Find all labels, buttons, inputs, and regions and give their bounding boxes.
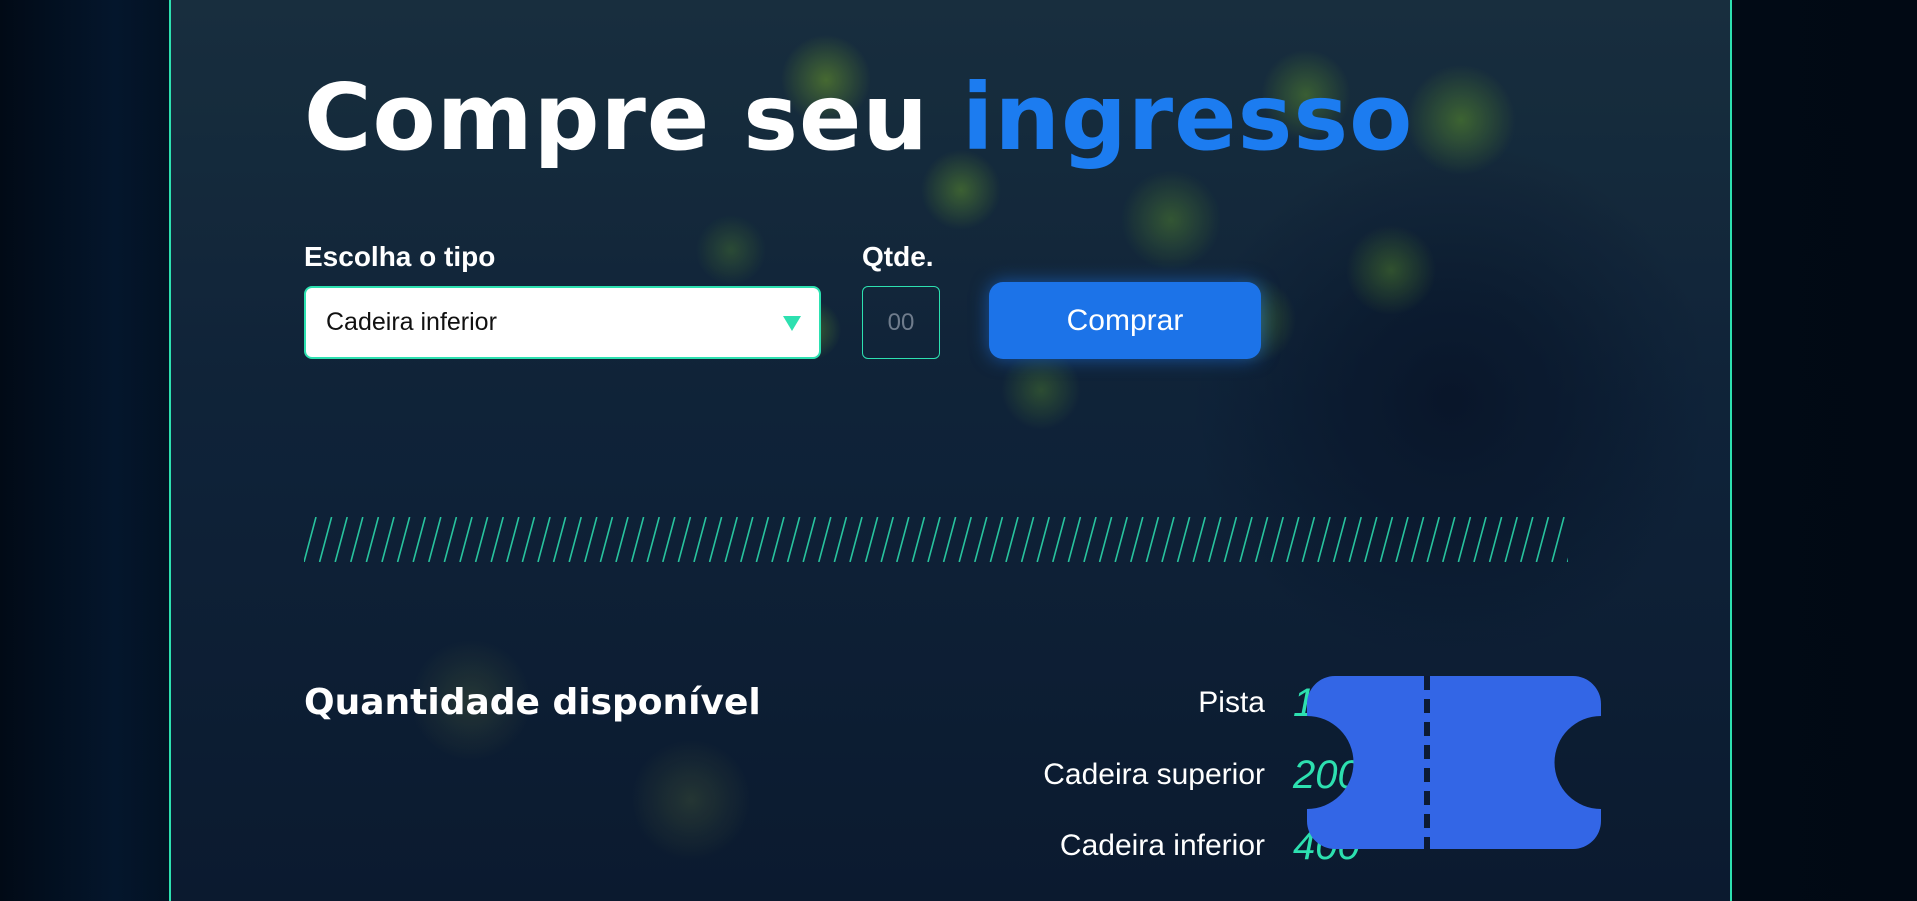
stripe-line	[1379, 517, 1394, 562]
stripe-line	[1395, 517, 1409, 562]
stripe-line	[755, 517, 770, 562]
availability-row-label: Pista	[1198, 686, 1265, 719]
stripe-line	[896, 517, 910, 562]
stripe-line	[1364, 517, 1378, 562]
ticket-icon	[1307, 676, 1601, 849]
stripe-line	[584, 517, 598, 562]
stripe-line	[1301, 517, 1316, 562]
page-frame: Compre seu ingresso Escolha o tipo Cadei…	[169, 0, 1732, 901]
stripe-line	[412, 517, 426, 562]
stripe-line	[1130, 517, 1144, 562]
stripe-line	[1020, 517, 1035, 562]
stripe-line	[490, 517, 504, 562]
stripe-line	[1473, 517, 1487, 562]
stripe-line	[459, 517, 473, 562]
decorative-stripes	[304, 517, 1568, 562]
stripe-line	[911, 517, 926, 562]
stripe-line	[443, 517, 458, 562]
stripe-line	[1098, 517, 1113, 562]
stripe-line	[521, 517, 536, 562]
stripe-line	[958, 517, 972, 562]
stripe-line	[1223, 517, 1238, 562]
availability-row-label: Cadeira superior	[1043, 758, 1265, 791]
stripe-line	[1348, 517, 1362, 562]
stripe-line	[1005, 517, 1019, 562]
stripe-line	[864, 517, 879, 562]
stripe-line	[662, 517, 676, 562]
stripe-line	[1317, 517, 1331, 562]
stripe-line	[1083, 517, 1097, 562]
stripe-line	[818, 517, 832, 562]
stripe-line	[537, 517, 551, 562]
stripe-line	[677, 517, 692, 562]
stripe-line	[568, 517, 582, 562]
stripe-line	[1332, 517, 1347, 562]
stripe-line	[974, 517, 988, 562]
stripe-line	[1239, 517, 1253, 562]
qty-label: Qtde.	[862, 241, 934, 272]
availability-title: Quantidade disponível	[304, 682, 761, 723]
stripe-line	[318, 517, 333, 562]
stripe-line	[506, 517, 520, 562]
stripe-line	[1052, 517, 1066, 562]
stripe-line	[615, 517, 629, 562]
stripe-line	[786, 517, 801, 562]
stripe-line	[708, 517, 723, 562]
quantity-input[interactable]	[862, 286, 940, 359]
stripe-line	[1036, 517, 1050, 562]
stripe-line	[1457, 517, 1472, 562]
stripe-line	[1145, 517, 1160, 562]
stripe-line	[1067, 517, 1082, 562]
stripe-line	[1286, 517, 1300, 562]
page-title: Compre seu ingresso	[304, 72, 1413, 164]
stripe-line	[693, 517, 707, 562]
stripe-line	[552, 517, 567, 562]
main-content: Compre seu ingresso Escolha o tipo Cadei…	[171, 0, 1730, 901]
stripe-line	[1488, 517, 1503, 562]
stripe-line	[1161, 517, 1175, 562]
stripe-line	[381, 517, 395, 562]
stripe-line	[599, 517, 614, 562]
stripe-line	[630, 517, 645, 562]
page-title-accent: ingresso	[961, 64, 1414, 171]
stripe-line	[1504, 517, 1518, 562]
stripe-line	[724, 517, 738, 562]
stripe-line	[771, 517, 785, 562]
stripe-line	[1208, 517, 1222, 562]
stripe-line	[927, 517, 941, 562]
stripe-line	[833, 517, 848, 562]
stripe-line	[365, 517, 380, 562]
stripe-line	[880, 517, 894, 562]
stripe-line	[1520, 517, 1534, 562]
buy-button[interactable]: Comprar	[989, 282, 1261, 359]
stripe-line	[1410, 517, 1425, 562]
stripe-line	[1114, 517, 1128, 562]
stripe-line	[646, 517, 660, 562]
stripe-line	[428, 517, 442, 562]
chevron-down-icon	[783, 316, 801, 331]
stripe-line	[942, 517, 957, 562]
page-title-main: Compre seu	[304, 64, 962, 171]
stripe-line	[1270, 517, 1284, 562]
ticket-type-select[interactable]: Cadeira inferior	[304, 286, 821, 359]
stripe-line	[396, 517, 411, 562]
stripe-line	[1535, 517, 1550, 562]
stripe-line	[740, 517, 754, 562]
stripe-line	[1254, 517, 1269, 562]
stripe-line	[1176, 517, 1191, 562]
stripe-line	[802, 517, 816, 562]
stripe-line	[989, 517, 1004, 562]
stripe-line	[474, 517, 489, 562]
availability-row-label: Cadeira inferior	[1059, 829, 1265, 862]
stripe-line	[304, 517, 317, 562]
type-label: Escolha o tipo	[304, 241, 496, 272]
stripe-line	[350, 517, 364, 562]
stripe-line	[849, 517, 863, 562]
stripe-line	[1551, 517, 1565, 562]
stripe-line	[1426, 517, 1440, 562]
stripe-line	[1442, 517, 1456, 562]
stripe-line	[334, 517, 348, 562]
ticket-type-selected-value: Cadeira inferior	[326, 308, 497, 336]
stripe-line	[1192, 517, 1206, 562]
